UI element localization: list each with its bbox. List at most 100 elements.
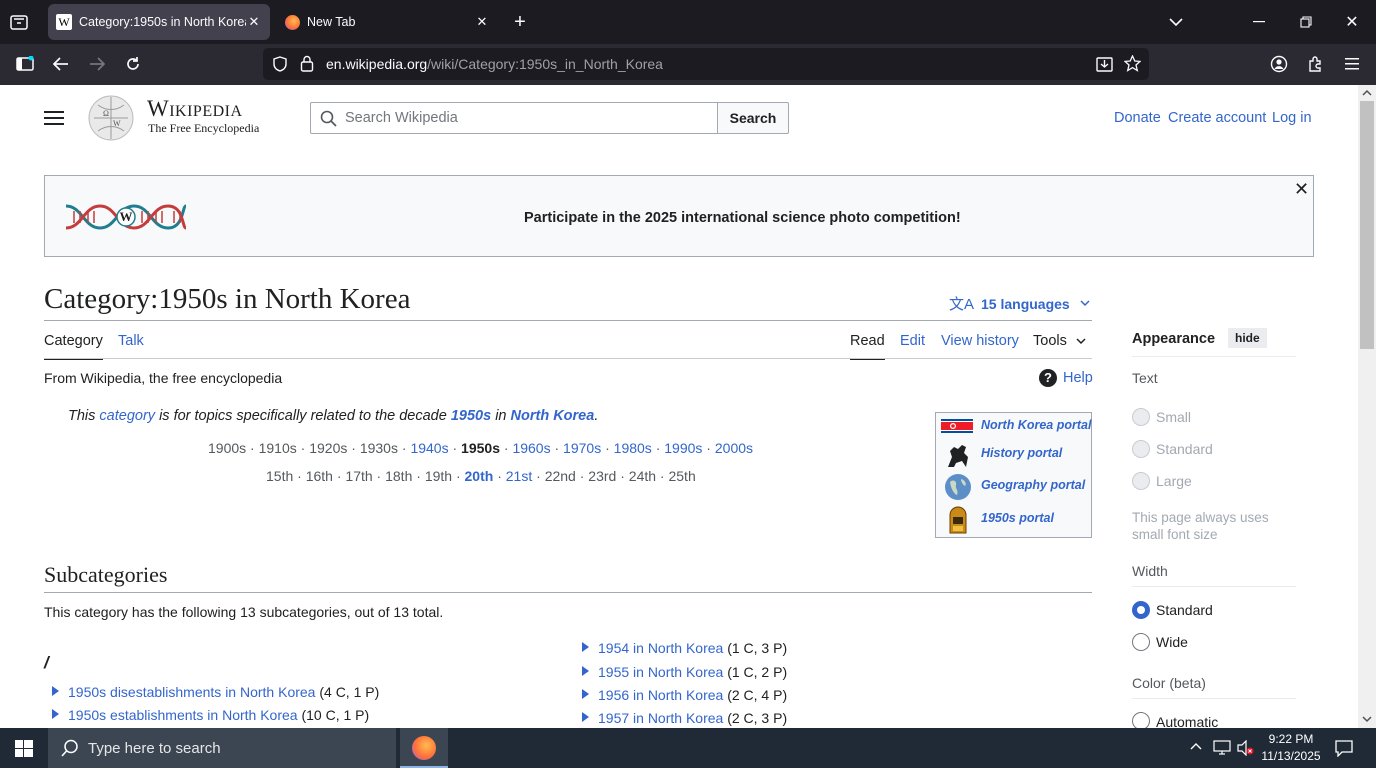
lock-icon[interactable] [300, 55, 314, 72]
donate-link[interactable]: Donate [1114, 110, 1161, 126]
appearance-title: Appearance [1132, 331, 1216, 347]
sidebar-toggle-icon[interactable] [14, 54, 36, 74]
wikipedia-tagline: The Free Encyclopedia [148, 121, 260, 135]
subcategory-link[interactable]: 1954 in North Korea [598, 640, 723, 656]
address-bar[interactable]: en.wikipedia.org/wiki/Category:1950s_in_… [263, 48, 1149, 80]
decade-nav-item[interactable]: 1960s [512, 440, 550, 456]
minimize-icon[interactable] [1248, 12, 1270, 32]
expand-triangle-icon[interactable] [582, 712, 589, 722]
close-tab-icon[interactable]: ✕ [246, 14, 262, 30]
scroll-up-arrow-icon[interactable] [1362, 89, 1372, 96]
category-link[interactable]: category [99, 408, 155, 424]
languages-button[interactable]: 文A 15 languages [949, 293, 1090, 314]
extensions-icon[interactable] [1305, 54, 1327, 74]
scrollbar-thumb[interactable] [1360, 101, 1374, 349]
account-icon[interactable] [1268, 54, 1290, 74]
wikipedia-wordmark[interactable]: Wikipedia [147, 96, 243, 122]
reload-icon[interactable] [122, 54, 144, 74]
url-text[interactable]: en.wikipedia.org/wiki/Category:1950s_in_… [326, 56, 663, 72]
history-horseman-icon [944, 441, 972, 469]
subcategory-item: 1954 in North Korea (1 C, 3 P) [582, 640, 787, 656]
taskbar-firefox-button[interactable] [400, 728, 448, 768]
tab-edit[interactable]: Edit [900, 333, 925, 349]
tab-read[interactable]: Read [850, 333, 885, 360]
subcategory-link[interactable]: 1957 in North Korea [598, 710, 723, 726]
color-automatic-radio[interactable] [1132, 712, 1150, 728]
portal-link[interactable]: 1950s portal [981, 511, 1054, 525]
portal-link[interactable]: Geography portal [981, 478, 1085, 492]
notifications-icon[interactable] [1335, 739, 1353, 757]
hide-appearance-button[interactable]: hide [1228, 328, 1267, 348]
subcategory-item: 1955 in North Korea (1 C, 2 P) [582, 664, 787, 680]
browser-tab-active[interactable]: W Category:1950s in North Korea ✕ [48, 4, 270, 40]
network-icon[interactable] [1213, 740, 1231, 756]
tools-menu[interactable]: Tools [1033, 333, 1086, 349]
subcategory-link[interactable]: 1950s disestablishments in North Korea [68, 684, 315, 700]
decade-nav-item[interactable]: 1970s [563, 440, 601, 456]
show-hidden-icons-chevron-icon[interactable] [1190, 742, 1202, 750]
century-nav-item[interactable]: 20th [465, 468, 494, 484]
expand-triangle-icon[interactable] [582, 689, 589, 699]
decade-nav-item[interactable]: 1940s [410, 440, 448, 456]
tab-overview-icon[interactable] [8, 12, 30, 32]
create-account-link[interactable]: Create account [1168, 110, 1266, 126]
volume-muted-icon[interactable] [1237, 740, 1255, 756]
expand-triangle-icon[interactable] [582, 642, 589, 652]
close-banner-icon[interactable]: ✕ [1294, 179, 1309, 200]
new-tab-icon[interactable]: + [509, 11, 531, 33]
portal-link[interactable]: History portal [981, 446, 1062, 460]
tab-talk[interactable]: Talk [118, 333, 144, 349]
banner-text[interactable]: Participate in the 2025 international sc… [524, 210, 961, 226]
search-button[interactable]: Search [717, 102, 789, 134]
portal-link[interactable]: North Korea portal [981, 418, 1091, 432]
subcategory-link[interactable]: 1956 in North Korea [598, 687, 723, 703]
browser-tab[interactable]: New Tab ✕ [276, 4, 498, 40]
system-clock[interactable]: 9:22 PM 11/13/2025 [1258, 731, 1324, 765]
taskbar-search-box[interactable]: Type here to search [48, 728, 396, 768]
close-tab-icon[interactable]: ✕ [474, 14, 490, 30]
menu-hamburger-icon[interactable] [1341, 54, 1363, 74]
globe-icon [943, 473, 973, 501]
decade-nav-item[interactable]: 2000s [715, 440, 753, 456]
color-label: Color (beta) [1132, 675, 1206, 691]
log-in-link[interactable]: Log in [1272, 110, 1312, 126]
back-arrow-icon[interactable] [50, 54, 72, 74]
search-input[interactable]: Search Wikipedia [310, 102, 718, 134]
save-to-pocket-icon[interactable] [1096, 56, 1113, 72]
forward-arrow-icon[interactable] [86, 54, 108, 74]
expand-triangle-icon[interactable] [52, 709, 59, 719]
subcategory-link[interactable]: 1950s establishments in North Korea [68, 707, 298, 723]
nav-separator: · [575, 468, 589, 484]
shield-icon[interactable] [272, 56, 288, 72]
width-label: Width [1132, 563, 1168, 579]
restore-icon[interactable] [1295, 12, 1317, 32]
subcategory-link[interactable]: 1955 in North Korea [598, 664, 723, 680]
wikipedia-globe-logo[interactable]: ΩW [86, 95, 136, 141]
decade-nav-item[interactable]: 1980s [614, 440, 652, 456]
width-standard-radio[interactable] [1132, 601, 1150, 619]
text-size-note: This page always uses small font size [1132, 510, 1269, 542]
search-icon [320, 110, 337, 127]
subcategory-count: (4 C, 1 P) [319, 684, 380, 700]
decade-nav-item[interactable]: 1990s [664, 440, 702, 456]
expand-triangle-icon[interactable] [52, 686, 59, 696]
decade-link[interactable]: 1950s [451, 408, 491, 424]
tab-category[interactable]: Category [44, 333, 103, 360]
scroll-down-arrow-icon[interactable] [1362, 716, 1372, 723]
tab-view-history[interactable]: View history [941, 333, 1019, 349]
close-window-icon[interactable]: ✕ [1341, 12, 1363, 32]
text-small-radio[interactable] [1132, 408, 1150, 426]
tab-list-chevron-icon[interactable] [1165, 12, 1187, 32]
windows-start-icon[interactable] [15, 740, 33, 757]
help-link[interactable]: ? Help [1039, 369, 1093, 387]
text-standard-radio[interactable] [1132, 440, 1150, 458]
width-wide-radio[interactable] [1132, 633, 1150, 651]
subcategory-count: (1 C, 3 P) [727, 640, 788, 656]
bookmark-star-icon[interactable] [1124, 55, 1141, 72]
north-korea-link[interactable]: North Korea [511, 408, 595, 424]
century-nav-item[interactable]: 21st [506, 468, 532, 484]
text-large-radio[interactable] [1132, 472, 1150, 490]
expand-triangle-icon[interactable] [582, 666, 589, 676]
main-menu-icon[interactable] [44, 110, 64, 126]
nav-separator: · [293, 468, 306, 484]
